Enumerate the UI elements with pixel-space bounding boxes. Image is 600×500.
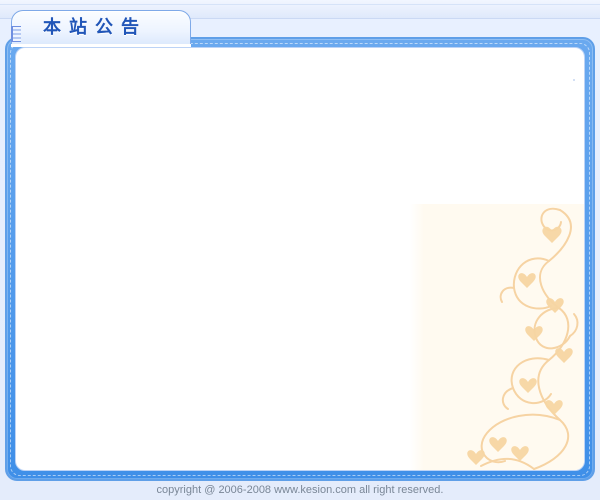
panel-dot bbox=[573, 79, 575, 81]
footer-copyright: copyright @ 2006-2008 www.kesion.com all… bbox=[156, 484, 444, 496]
announcement-tab[interactable]: 本站公告 bbox=[11, 10, 191, 47]
announcement-page: 本站公告 copyright @ 2006-2008 www.kesion.co… bbox=[0, 0, 600, 500]
tab-title: 本站公告 bbox=[43, 17, 147, 38]
floral-vine-icon bbox=[467, 207, 579, 470]
tab-stripe-icon bbox=[11, 26, 21, 42]
floral-decoration bbox=[410, 204, 584, 470]
announcement-content-panel bbox=[15, 47, 585, 471]
